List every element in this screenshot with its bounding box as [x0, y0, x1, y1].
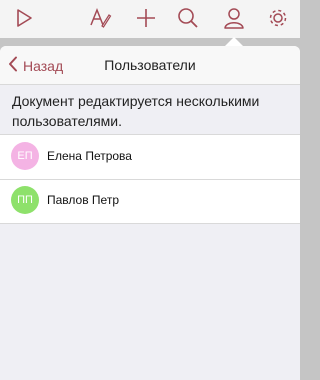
text-edit-icon[interactable] [88, 6, 112, 30]
avatar: ЕП [11, 142, 39, 170]
users-popover: Назад Пользователи Документ редактируетс… [0, 46, 300, 380]
top-toolbar [0, 0, 300, 38]
popover-title: Пользователи [104, 57, 196, 73]
description-text: Документ редактируется несколькими польз… [12, 93, 260, 129]
user-icon[interactable] [222, 6, 246, 30]
settings-gear-icon[interactable] [266, 6, 290, 30]
list-item[interactable]: ПП Павлов Петр [0, 179, 300, 223]
play-icon[interactable] [12, 6, 36, 30]
add-icon[interactable] [134, 6, 158, 30]
avatar: ПП [11, 186, 39, 214]
popover-nav-bar: Назад Пользователи [0, 46, 300, 85]
search-icon[interactable] [176, 6, 200, 30]
list-item[interactable]: ЕП Елена Петрова [0, 135, 300, 179]
users-list: ЕП Елена Петрова ПП Павлов Петр [0, 134, 300, 224]
user-name: Елена Петрова [47, 149, 132, 163]
user-name: Павлов Петр [47, 193, 119, 207]
popover-content: Документ редактируется несколькими польз… [0, 85, 300, 380]
